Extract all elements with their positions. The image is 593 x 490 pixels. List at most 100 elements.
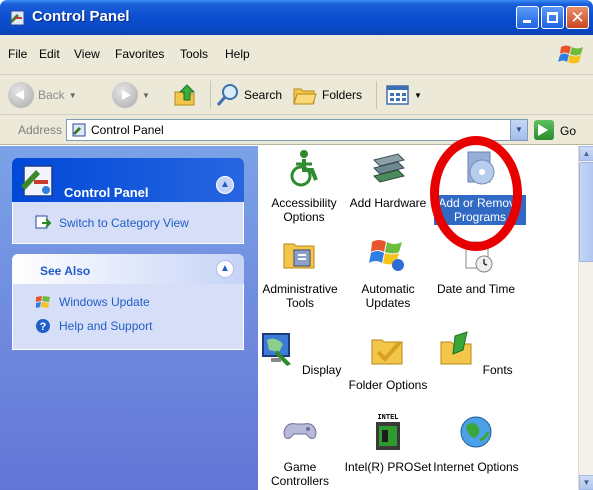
- folders-button[interactable]: Folders: [292, 79, 362, 111]
- item-label: Display: [301, 363, 342, 377]
- windows-logo-icon: [558, 45, 583, 64]
- collapse-icon[interactable]: ▲: [216, 176, 234, 194]
- menu-view[interactable]: View: [74, 47, 100, 61]
- intel-proset-icon: INTEL: [376, 414, 400, 450]
- control-panel-panel-title: Control Panel: [64, 185, 149, 200]
- windows-update-label: Windows Update: [59, 295, 150, 309]
- scroll-up-button[interactable]: ▲: [579, 146, 593, 161]
- item-automatic-updates[interactable]: Automatic Updates: [342, 234, 434, 311]
- item-fonts[interactable]: Fonts: [430, 330, 522, 378]
- back-button[interactable]: Back ▼: [8, 79, 77, 111]
- address-dropdown-button[interactable]: ▼: [510, 120, 527, 140]
- item-internet-options[interactable]: Internet Options: [430, 412, 522, 475]
- scroll-thumb[interactable]: [579, 162, 593, 262]
- add-hardware-icon: [373, 153, 405, 183]
- item-date-and-time[interactable]: Date and Time: [430, 234, 522, 297]
- item-administrative-tools[interactable]: Administrative Tools: [258, 234, 346, 311]
- item-intel-proset[interactable]: INTEL Intel(R) PROSet: [342, 412, 434, 475]
- back-label: Back: [38, 88, 65, 102]
- accessibility-icon: [290, 150, 318, 187]
- control-panel-icon: [10, 10, 25, 26]
- administrative-tools-icon: [283, 243, 315, 269]
- item-label: Intel(R) PROSet: [344, 460, 432, 474]
- item-label: Automatic Updates: [361, 282, 415, 310]
- go-button[interactable]: [534, 120, 554, 140]
- up-folder-icon: [174, 84, 196, 106]
- task-pane: Control Panel ▲ Switch to Category View …: [0, 146, 258, 490]
- folder-options-icon: [371, 339, 403, 365]
- menu-tools[interactable]: Tools: [180, 47, 208, 61]
- control-panel-large-icon: [21, 165, 53, 197]
- vertical-scrollbar[interactable]: ▲ ▼: [578, 146, 593, 490]
- date-time-icon: [465, 241, 493, 273]
- chevron-down-icon: ▼: [142, 90, 150, 100]
- help-icon: ?: [36, 319, 50, 333]
- control-panel-items: Accessibility Options Add Hardware Add o…: [258, 146, 578, 490]
- forward-arrow-icon: [112, 82, 138, 108]
- menu-file[interactable]: File: [8, 47, 27, 61]
- item-label: Fonts: [482, 363, 513, 377]
- item-label: Internet Options: [433, 460, 519, 474]
- search-icon: [216, 84, 238, 106]
- svg-text:INTEL: INTEL: [377, 414, 398, 422]
- menu-bar: File Edit View Favorites Tools Help: [0, 35, 593, 75]
- chevron-down-icon: ▼: [414, 90, 422, 100]
- item-label: Folder Options: [348, 378, 428, 392]
- title-bar[interactable]: Control Panel ✕: [0, 0, 593, 35]
- forward-button[interactable]: ▼: [112, 79, 150, 111]
- control-panel-panel-header[interactable]: Control Panel ▲: [12, 158, 244, 202]
- svg-text:?: ?: [40, 321, 47, 333]
- item-accessibility-options[interactable]: Accessibility Options: [258, 148, 350, 225]
- see-also-panel: See Also ▲ Windows Update ? Help and Sup…: [12, 254, 244, 350]
- help-support-link[interactable]: ? Help and Support: [35, 318, 152, 334]
- item-label: Date and Time: [436, 282, 516, 296]
- windows-update-icon: [36, 296, 50, 308]
- views-icon: [386, 85, 409, 105]
- internet-options-icon: [460, 416, 492, 448]
- control-panel-panel: Control Panel ▲ Switch to Category View: [12, 158, 244, 244]
- menu-help[interactable]: Help: [225, 47, 250, 61]
- views-button[interactable]: ▼: [386, 79, 422, 111]
- windows-update-link[interactable]: Windows Update: [35, 294, 150, 310]
- search-button[interactable]: Search: [216, 79, 282, 111]
- item-label: Game Controllers: [270, 460, 330, 488]
- folders-icon: [293, 88, 317, 105]
- switch-category-view-link[interactable]: Switch to Category View: [35, 215, 189, 231]
- scroll-down-button[interactable]: ▼: [579, 475, 593, 490]
- item-display[interactable]: Display: [258, 330, 346, 378]
- toolbar: Back ▼ ▼ Search Folders ▼: [0, 75, 593, 115]
- display-icon: [261, 333, 291, 366]
- help-support-label: Help and Support: [59, 319, 153, 333]
- item-folder-options[interactable]: Folder Options: [342, 330, 434, 393]
- item-game-controllers[interactable]: Game Controllers: [258, 412, 346, 489]
- control-panel-panel-body: Switch to Category View: [12, 202, 244, 244]
- maximize-button[interactable]: [541, 6, 564, 29]
- back-arrow-icon: [8, 82, 34, 108]
- collapse-icon[interactable]: ▲: [216, 260, 234, 278]
- search-label: Search: [244, 88, 283, 102]
- item-label: Add Hardware: [349, 196, 427, 210]
- menu-favorites[interactable]: Favorites: [115, 47, 164, 61]
- chevron-down-icon: ▼: [68, 90, 77, 100]
- go-label[interactable]: Go: [560, 124, 576, 138]
- address-value: Control Panel: [91, 123, 164, 137]
- add-remove-programs-icon: [467, 151, 495, 185]
- item-add-hardware[interactable]: Add Hardware: [342, 148, 434, 211]
- control-panel-icon: [72, 123, 86, 137]
- up-folder-button[interactable]: [172, 79, 198, 111]
- folders-label: Folders: [322, 88, 363, 102]
- address-input[interactable]: Control Panel ▼: [66, 119, 528, 141]
- minimize-button[interactable]: [516, 6, 539, 29]
- close-button[interactable]: ✕: [566, 6, 589, 29]
- automatic-updates-icon: [369, 240, 404, 271]
- item-label: Administrative Tools: [262, 282, 338, 310]
- see-also-panel-header[interactable]: See Also ▲: [12, 254, 244, 284]
- fonts-icon: [440, 331, 472, 365]
- see-also-panel-body: Windows Update ? Help and Support: [12, 284, 244, 350]
- switch-category-view-label: Switch to Category View: [59, 216, 189, 230]
- item-add-remove-programs[interactable]: Add or Remove Programs: [434, 148, 526, 225]
- see-also-panel-title: See Also: [40, 264, 91, 278]
- address-bar: Address Control Panel ▼ Go: [0, 115, 593, 145]
- address-label: Address: [18, 123, 63, 137]
- menu-edit[interactable]: Edit: [39, 47, 60, 61]
